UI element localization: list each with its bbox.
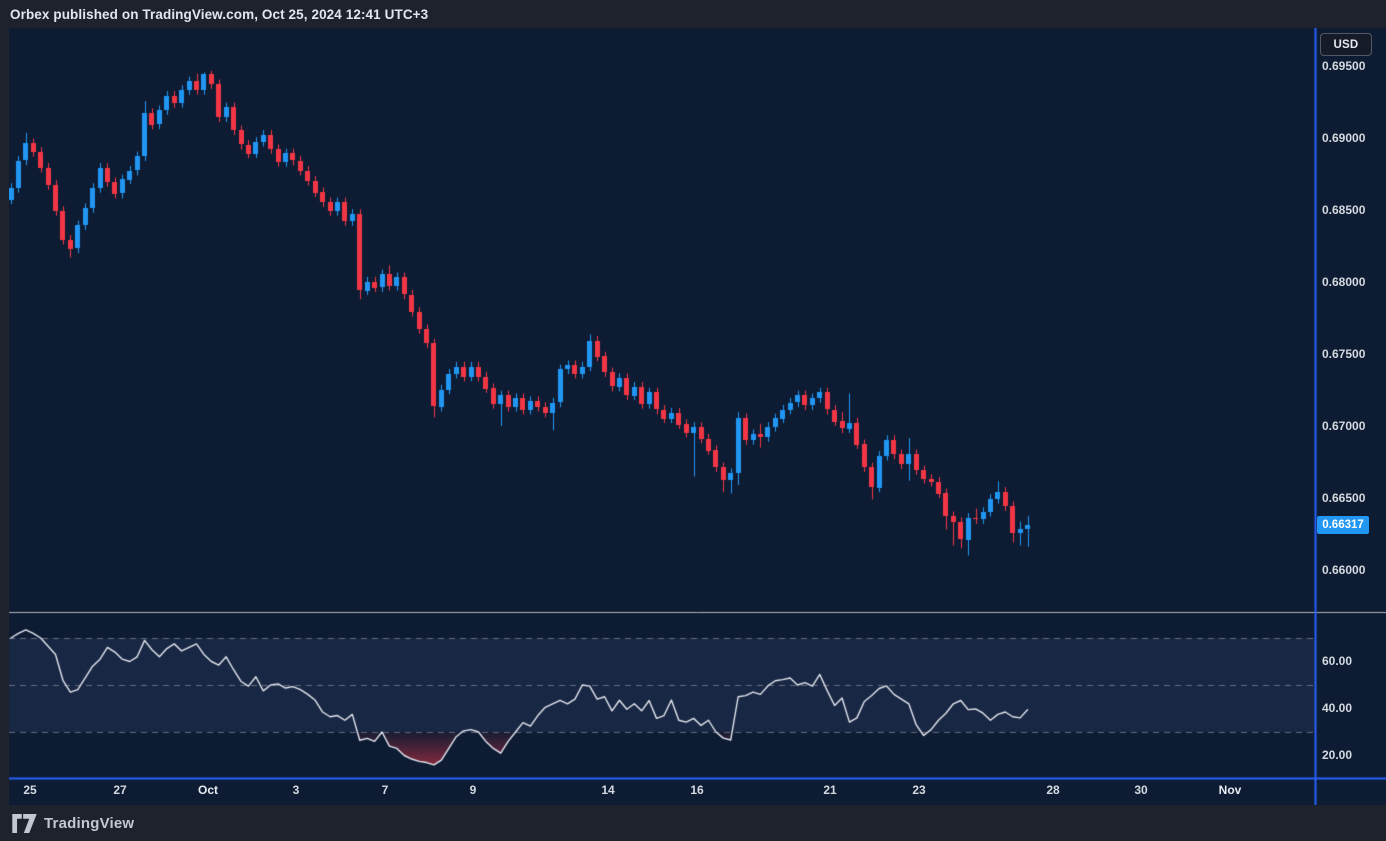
time-scale-label: Nov [1219,783,1242,797]
price-scale-label: 0.66000 [1322,563,1365,577]
price-scale-label: 0.67500 [1322,347,1365,361]
time-scale-label: 16 [690,783,703,797]
price-scale-label: 0.67000 [1322,419,1365,433]
footer-bar: TradingView [0,805,1386,841]
time-scale-label: 28 [1046,783,1059,797]
time-scale-label: Oct [198,783,218,797]
currency-toggle-button[interactable]: USD [1320,33,1372,56]
time-scale-label: 30 [1134,783,1147,797]
time-scale-label: 27 [113,783,126,797]
rsi-scale-label: 20.00 [1322,748,1352,762]
price-scale-label: 0.69500 [1322,59,1365,73]
time-scale-label: 23 [912,783,925,797]
tradingview-logo-icon [12,814,37,833]
price-scale-label: 0.66500 [1322,491,1365,505]
price-scale-label: 0.69000 [1322,131,1365,145]
chart-region[interactable]: 0.69500 0.69000 0.68500 0.68000 0.67500 0.670… [9,28,1386,805]
rsi-scale-label: 40.00 [1322,701,1352,715]
price-scale-label: 0.68000 [1322,275,1365,289]
time-scale-label: 14 [601,783,614,797]
rsi-scale-label: 60.00 [1322,654,1352,668]
price-chart-canvas[interactable] [9,28,1386,805]
tradingview-logo: TradingView [12,814,134,833]
tradingview-snapshot: Orbex published on TradingView.com, Oct … [0,0,1386,841]
time-scale-label: 3 [293,783,300,797]
time-scale-label: 7 [382,783,389,797]
time-scale-label: 25 [23,783,36,797]
attribution-text: Orbex published on TradingView.com, Oct … [10,5,428,25]
time-scale-label: 21 [823,783,836,797]
price-scale-label: 0.68500 [1322,203,1365,217]
tradingview-logo-text: TradingView [44,815,134,832]
last-price-badge: 0.66317 [1317,516,1369,534]
time-scale-label: 9 [470,783,477,797]
